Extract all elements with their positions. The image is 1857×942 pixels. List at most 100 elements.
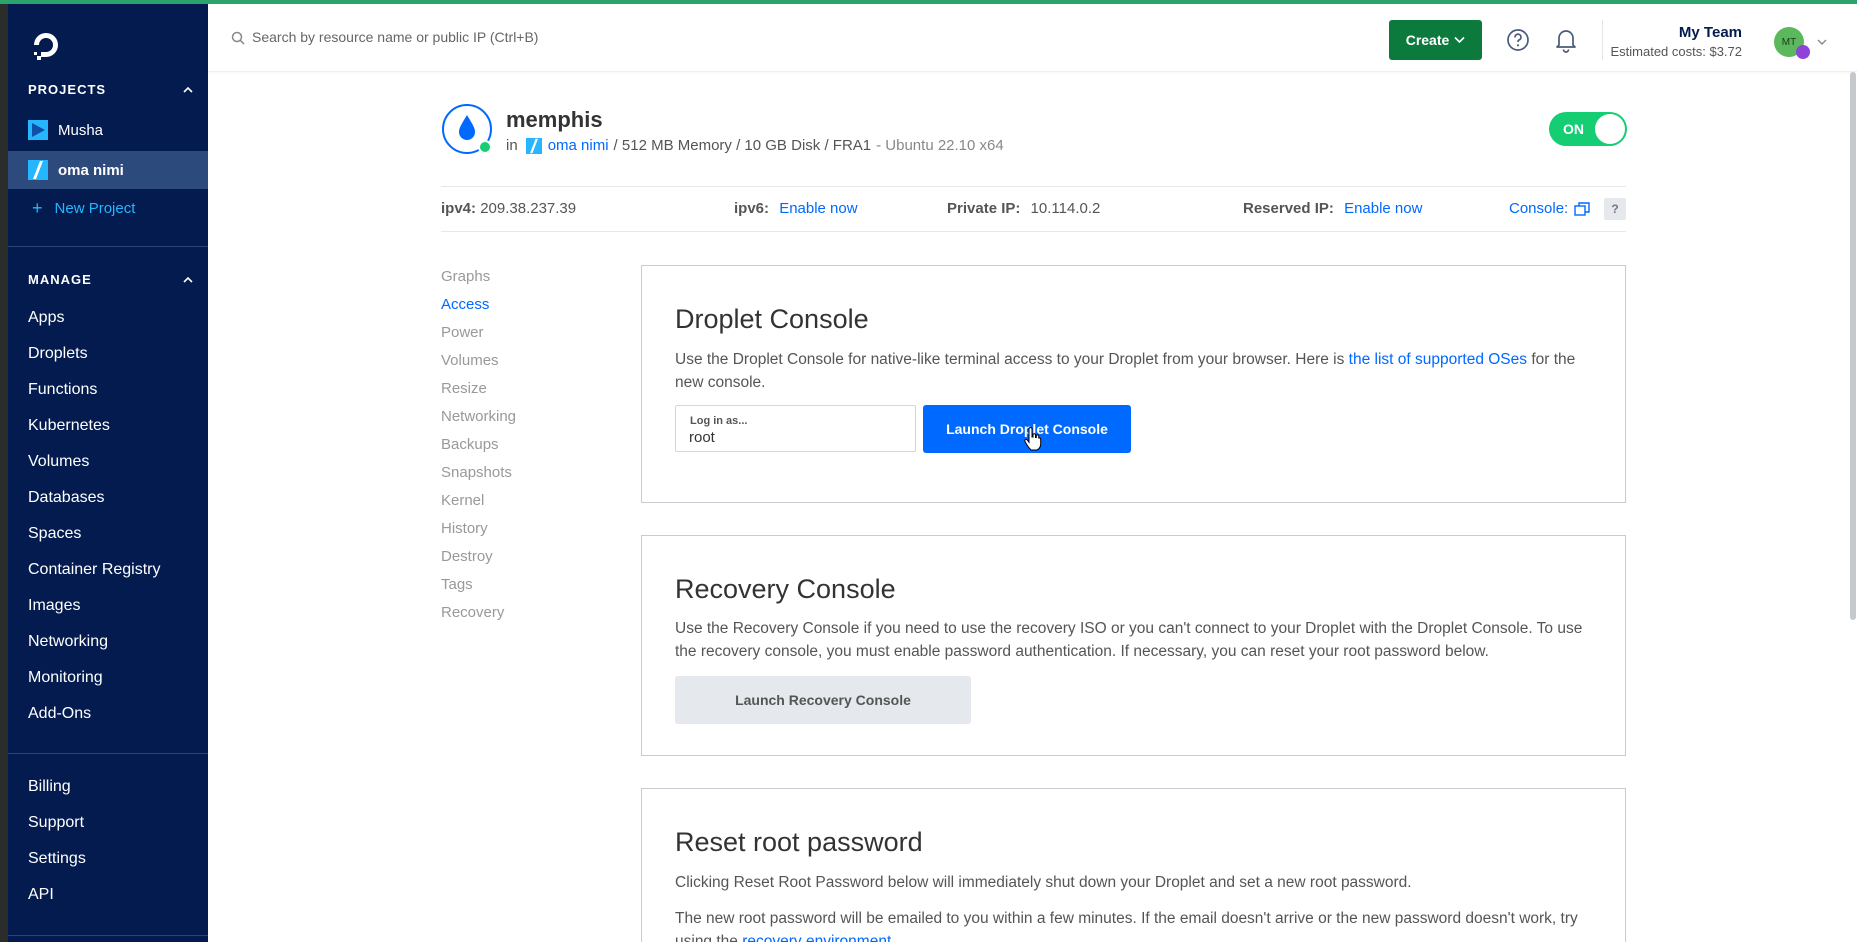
sidebar-item-api[interactable]: API xyxy=(28,886,54,904)
droplet-console-title: Droplet Console xyxy=(675,304,869,334)
sidebar-item-spaces[interactable]: Spaces xyxy=(28,525,81,543)
private-ip-label: Private IP: xyxy=(947,200,1021,217)
droplet-in-prefix: in xyxy=(506,137,518,154)
subnav-destroy[interactable]: Destroy xyxy=(441,548,493,565)
sidebar-project-label: oma nimi xyxy=(58,161,124,179)
sidebar-item-support[interactable]: Support xyxy=(28,814,84,832)
chevron-up-icon xyxy=(183,86,193,93)
top-header: Create My Team Estimated costs: $3.72 MT xyxy=(208,4,1857,72)
avatar-badge-icon xyxy=(1796,45,1810,59)
sidebar-item-functions[interactable]: Functions xyxy=(28,381,97,399)
create-button-label: Create xyxy=(1405,32,1450,48)
subnav-resize[interactable]: Resize xyxy=(441,380,487,397)
sidebar-item-kubernetes[interactable]: Kubernetes xyxy=(28,417,110,435)
ipv4-info: ipv4: 209.38.237.39 xyxy=(441,200,576,217)
subnav-graphs[interactable]: Graphs xyxy=(441,268,490,285)
sidebar-item-networking[interactable]: Networking xyxy=(28,633,108,651)
sidebar-item-add-ons[interactable]: Add-Ons xyxy=(28,705,91,723)
droplet-console-text: Use the Droplet Console for native-like … xyxy=(675,351,1349,368)
console-help-button[interactable]: ? xyxy=(1604,198,1626,220)
subnav-tags[interactable]: Tags xyxy=(441,576,473,593)
sidebar-item-droplets[interactable]: Droplets xyxy=(28,345,88,363)
estimated-costs: Estimated costs: $3.72 xyxy=(1610,44,1742,59)
digitalocean-logo-icon[interactable] xyxy=(29,28,63,62)
popout-window-icon xyxy=(1574,201,1590,216)
project-slash-icon xyxy=(28,160,48,180)
project-play-icon xyxy=(28,120,48,140)
login-as-label: Log in as... xyxy=(690,415,748,427)
subnav-networking[interactable]: Networking xyxy=(441,408,516,425)
manage-heading: MANAGE xyxy=(28,272,92,287)
private-ip-info: Private IP: 10.114.0.2 xyxy=(947,200,1100,217)
droplet-console-panel: Droplet Console Use the Droplet Console … xyxy=(641,265,1626,503)
console-link[interactable]: Console: xyxy=(1509,200,1590,217)
top-accent-line xyxy=(0,0,1857,4)
help-icon[interactable] xyxy=(1506,28,1530,52)
create-button[interactable]: Create xyxy=(1389,20,1482,60)
header-separator xyxy=(1602,20,1603,60)
subnav-access[interactable]: Access xyxy=(441,296,489,313)
search-icon xyxy=(231,31,245,45)
reset-password-title: Reset root password xyxy=(675,827,923,857)
subnav-power[interactable]: Power xyxy=(441,324,484,341)
reserved-ip-label: Reserved IP: xyxy=(1243,200,1334,217)
droplet-icon xyxy=(442,104,492,154)
projects-section-header[interactable]: PROJECTS xyxy=(28,82,194,97)
sidebar-divider xyxy=(8,935,208,936)
subnav-volumes[interactable]: Volumes xyxy=(441,352,499,369)
chevron-down-icon[interactable] xyxy=(1817,38,1827,46)
supported-oses-link[interactable]: the list of supported OSes xyxy=(1349,351,1527,368)
login-as-input[interactable] xyxy=(689,427,899,447)
toggle-knob xyxy=(1595,114,1625,144)
chevron-down-icon xyxy=(1454,36,1465,44)
reset-password-panel: Reset root password Clicking Reset Root … xyxy=(641,788,1626,942)
droplet-name: memphis xyxy=(506,107,603,132)
sidebar-project-oma-nimi[interactable]: oma nimi xyxy=(8,151,208,189)
scrollbar-thumb[interactable] xyxy=(1850,72,1856,620)
ipv6-enable-link[interactable]: Enable now xyxy=(779,200,857,217)
ipv4-value[interactable]: 209.38.237.39 xyxy=(480,200,576,217)
sidebar-item-apps[interactable]: Apps xyxy=(28,309,64,327)
subnav-snapshots[interactable]: Snapshots xyxy=(441,464,512,481)
sidebar-project-musha[interactable]: Musha xyxy=(8,111,208,149)
subnav-backups[interactable]: Backups xyxy=(441,436,499,453)
project-slash-icon xyxy=(525,137,542,154)
subnav-kernel[interactable]: Kernel xyxy=(441,492,484,509)
recovery-console-title: Recovery Console xyxy=(675,574,896,604)
reserved-ip-info: Reserved IP: Enable now xyxy=(1243,200,1422,217)
recovery-console-panel: Recovery Console Use the Recovery Consol… xyxy=(641,535,1626,756)
sidebar-item-monitoring[interactable]: Monitoring xyxy=(28,669,103,687)
ipv6-info: ipv6: Enable now xyxy=(734,200,858,217)
power-toggle[interactable]: ON xyxy=(1549,112,1627,146)
sidebar-divider xyxy=(8,753,208,754)
launch-recovery-console-button[interactable]: Launch Recovery Console xyxy=(675,676,971,724)
droplet-specs: / 512 MB Memory / 10 GB Disk / FRA1 xyxy=(613,137,872,154)
sidebar-item-databases[interactable]: Databases xyxy=(28,489,105,507)
notification-bell-icon[interactable] xyxy=(1554,27,1578,53)
new-project-link[interactable]: + New Project xyxy=(8,189,208,227)
subnav-history[interactable]: History xyxy=(441,520,488,537)
ip-info-bar: ipv4: 209.38.237.39 ipv6: Enable now Pri… xyxy=(441,186,1626,232)
reserved-ip-enable-link[interactable]: Enable now xyxy=(1344,200,1422,217)
team-name[interactable]: My Team xyxy=(1679,24,1742,41)
sidebar-item-images[interactable]: Images xyxy=(28,597,80,615)
sidebar-item-container-registry[interactable]: Container Registry xyxy=(28,561,161,579)
droplet-meta: in oma nimi / 512 MB Memory / 10 GB Disk… xyxy=(506,137,1004,154)
chevron-up-icon xyxy=(183,276,193,283)
desktop-edge xyxy=(0,0,8,942)
sidebar-project-label: Musha xyxy=(58,121,104,139)
recovery-environment-link[interactable]: recovery environment xyxy=(742,933,891,942)
sidebar-item-billing[interactable]: Billing xyxy=(28,778,71,796)
private-ip-value[interactable]: 10.114.0.2 xyxy=(1031,200,1101,217)
droplet-project-link[interactable]: oma nimi xyxy=(548,137,609,154)
projects-heading: PROJECTS xyxy=(28,82,107,97)
search-input[interactable] xyxy=(252,24,752,50)
sidebar-divider xyxy=(8,246,208,247)
sidebar-item-volumes[interactable]: Volumes xyxy=(28,453,89,471)
new-project-label: New Project xyxy=(54,199,136,217)
manage-section-header[interactable]: MANAGE xyxy=(28,272,194,287)
plus-icon: + xyxy=(32,197,43,218)
login-as-field[interactable]: Log in as... xyxy=(675,405,916,452)
subnav-recovery[interactable]: Recovery xyxy=(441,604,504,621)
sidebar-item-settings[interactable]: Settings xyxy=(28,850,86,868)
